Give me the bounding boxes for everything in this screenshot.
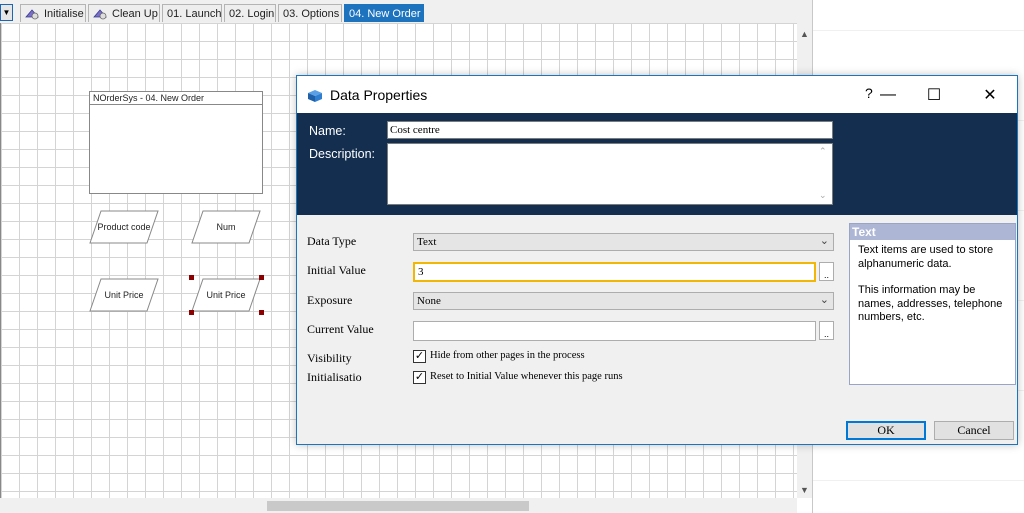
info-panel: Text Text items are used to store alphan… <box>849 223 1016 385</box>
ok-button[interactable]: OK <box>846 421 926 440</box>
name-input[interactable]: Cost centre <box>387 121 833 139</box>
info-title: Text <box>850 224 1015 240</box>
selection-handle[interactable] <box>189 275 194 280</box>
info-text: Text items are used to store alphanumeri… <box>858 244 994 270</box>
page-info-title: NOrderSys - 04. New Order <box>90 92 262 105</box>
data-item-product-code[interactable]: Product code <box>89 210 159 244</box>
description-label: Description: <box>309 147 375 161</box>
selection-handle[interactable] <box>259 275 264 280</box>
initial-value-label: Initial Value <box>307 263 366 277</box>
tab-dropdown-button[interactable]: ▼ <box>0 4 13 21</box>
data-item-unit-price-selected[interactable]: Unit Price <box>191 278 261 312</box>
tab-label: 02. Login <box>229 7 275 20</box>
selection-handle[interactable] <box>259 310 264 315</box>
scroll-down-icon[interactable]: ⌄ <box>819 190 827 201</box>
dialog-title: Data Properties <box>330 87 428 103</box>
tab-label: Initialise <box>44 7 84 20</box>
info-body: Text items are used to store alphanumeri… <box>850 240 1015 329</box>
visibility-checkbox[interactable]: ✓ <box>413 350 426 363</box>
process-icon <box>93 8 107 19</box>
tab-label: Clean Up <box>112 7 158 20</box>
data-item-unit-price[interactable]: Unit Price <box>89 278 159 312</box>
scroll-down-icon[interactable]: ▼ <box>797 481 812 498</box>
selection-handle[interactable] <box>189 310 194 315</box>
chevron-down-icon: ⌄ <box>819 294 829 306</box>
info-text: This information may be names, addresses… <box>858 284 1003 323</box>
header-panel: Name: Cost centre Description: ⌃ ⌄ <box>297 113 1017 215</box>
initialisation-checkbox-label[interactable]: Reset to Initial Value whenever this pag… <box>430 371 623 382</box>
visibility-label: Visibility <box>307 351 352 365</box>
data-type-label: Data Type <box>307 234 357 248</box>
tab-bar: ▼ Initialise Clean Up 01. Launch 02. Log… <box>0 0 812 23</box>
horizontal-scroll-thumb[interactable] <box>267 501 529 511</box>
description-scrollbar[interactable]: ⌃ ⌄ <box>816 144 832 204</box>
horizontal-scrollbar[interactable] <box>0 498 797 513</box>
process-icon <box>25 8 39 19</box>
minimize-button[interactable]: — <box>865 76 911 113</box>
scroll-up-icon[interactable]: ▲ <box>797 25 812 42</box>
exposure-value: None <box>417 295 441 307</box>
tab-clean-up[interactable]: Clean Up <box>88 4 160 22</box>
tab-02-login[interactable]: 02. Login <box>224 4 276 22</box>
description-textarea[interactable]: ⌃ ⌄ <box>387 143 833 205</box>
tab-01-launch[interactable]: 01. Launch <box>162 4 222 22</box>
current-value-input[interactable] <box>413 321 816 341</box>
current-value-label: Current Value <box>307 322 374 336</box>
data-properties-dialog: Data Properties ? — ☐ ✕ Name: Cost centr… <box>296 75 1018 445</box>
page-info-box[interactable]: NOrderSys - 04. New Order <box>89 91 263 194</box>
maximize-button[interactable]: ☐ <box>911 76 957 113</box>
data-item-label: Unit Price <box>206 290 246 300</box>
tab-03-options[interactable]: 03. Options <box>278 4 342 22</box>
initialisation-label: Initialisatio <box>307 370 362 384</box>
data-item-label: Unit Price <box>104 290 144 300</box>
name-label: Name: <box>309 124 346 138</box>
data-item-label: Product code <box>97 222 151 232</box>
current-value-ellipsis-button[interactable]: .. <box>819 321 834 340</box>
data-item-label: Num <box>216 222 236 232</box>
data-type-select[interactable]: Text ⌄ <box>413 233 834 251</box>
tab-label: 01. Launch <box>167 7 222 20</box>
dialog-titlebar[interactable]: Data Properties ? — ☐ ✕ <box>297 76 1017 113</box>
tab-label: 03. Options <box>283 7 340 20</box>
initial-value-input[interactable]: 3 <box>413 262 816 282</box>
data-type-value: Text <box>417 236 437 248</box>
chevron-down-icon: ⌄ <box>819 235 829 247</box>
data-item-icon <box>308 90 322 102</box>
exposure-label: Exposure <box>307 293 353 307</box>
tab-label: 04. New Order <box>349 7 421 20</box>
data-item-num[interactable]: Num <box>191 210 261 244</box>
tab-initialise[interactable]: Initialise <box>20 4 86 22</box>
exposure-select[interactable]: None ⌄ <box>413 292 834 310</box>
tab-04-new-order[interactable]: 04. New Order <box>344 4 424 22</box>
visibility-checkbox-label[interactable]: Hide from other pages in the process <box>430 350 585 361</box>
initialisation-checkbox[interactable]: ✓ <box>413 371 426 384</box>
close-button[interactable]: ✕ <box>967 76 1013 113</box>
initial-value-ellipsis-button[interactable]: .. <box>819 262 834 281</box>
scroll-up-icon[interactable]: ⌃ <box>819 146 827 157</box>
cancel-button[interactable]: Cancel <box>934 421 1014 440</box>
